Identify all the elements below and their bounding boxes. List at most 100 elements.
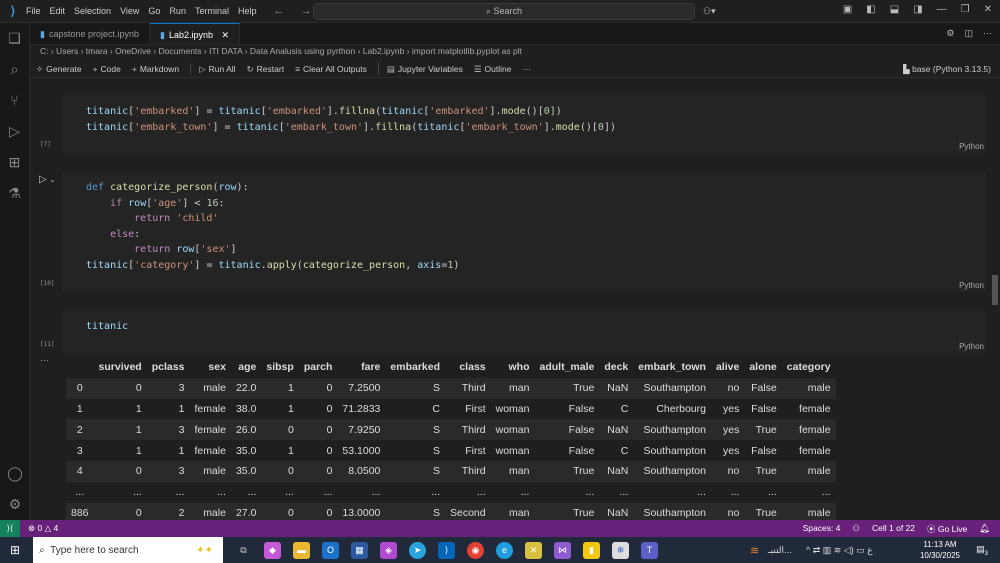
- restore-icon[interactable]: ❐: [961, 4, 970, 15]
- table-cell: 8.0500: [337, 461, 385, 482]
- command-search-box[interactable]: ⌕ Search: [313, 3, 695, 20]
- toggle-secondary-sidebar-icon[interactable]: ◨: [913, 4, 922, 15]
- explorer-icon[interactable]: ❏: [0, 23, 29, 54]
- table-row: ........................................…: [66, 482, 836, 503]
- code-token: if: [86, 198, 128, 209]
- news-widget-text[interactable]: التنبـ...: [768, 545, 792, 556]
- problems-indicator[interactable]: ⊗ 0 △ 4: [28, 523, 58, 534]
- run-debug-icon[interactable]: ▷: [0, 116, 29, 147]
- outlook-icon[interactable]: O: [322, 542, 339, 559]
- code-cell[interactable]: def categorize_person(row): if row['age'…: [62, 172, 986, 292]
- windows-start-icon[interactable]: ⊞: [10, 543, 20, 557]
- menu-go[interactable]: Go: [148, 6, 160, 16]
- split-editor-icon[interactable]: ◫: [964, 28, 973, 39]
- more-button[interactable]: ···: [522, 64, 531, 74]
- code-cell[interactable]: titanic['embarked'] = titanic['embarked'…: [62, 95, 986, 153]
- close-tab-icon[interactable]: ✕: [222, 30, 230, 40]
- edge-icon[interactable]: e: [496, 542, 513, 559]
- remote-icon[interactable]: ⟩⟨: [0, 520, 20, 537]
- table-cell: woman: [491, 399, 535, 420]
- tab-capstone-project[interactable]: ▮capstone project.ipynb: [30, 23, 150, 44]
- notification-center-icon[interactable]: ▤3: [976, 544, 988, 557]
- power-bi-icon[interactable]: ▮: [583, 542, 600, 559]
- cell-language[interactable]: Python: [959, 142, 984, 151]
- add-markdown-button[interactable]: +Markdown: [132, 64, 179, 74]
- spaces-indicator[interactable]: Spaces: 4: [803, 523, 841, 535]
- tab-label: Lab2.ipynb: [169, 30, 213, 40]
- toggle-panel-icon[interactable]: ⬓: [890, 4, 899, 15]
- clock[interactable]: 11:13 AM10/30/2025: [920, 539, 960, 561]
- generate-button[interactable]: ✧Generate: [36, 64, 82, 75]
- vscode-taskbar-icon[interactable]: ⟩: [438, 542, 455, 559]
- close-window-icon[interactable]: ✕: [984, 4, 992, 15]
- add-code-button[interactable]: +Code: [93, 64, 121, 74]
- menu-terminal[interactable]: Terminal: [195, 6, 229, 16]
- cell-code[interactable]: titanic['embarked'] = titanic['embarked'…: [62, 95, 986, 135]
- cell-language[interactable]: Python: [959, 281, 984, 290]
- run-all-button[interactable]: ▷Run All: [199, 64, 235, 75]
- breadcrumb[interactable]: C: › Users › tmara › OneDrive › Document…: [40, 46, 522, 56]
- file-explorer-icon[interactable]: ▬: [293, 542, 310, 559]
- scrollbar-thumb[interactable]: [992, 275, 998, 305]
- copilot-status-icon[interactable]: ⚇: [852, 523, 860, 535]
- column-header: deck: [599, 357, 633, 378]
- visual-studio-icon[interactable]: ⋈: [554, 542, 571, 559]
- code-cell[interactable]: titanic [11] Python: [62, 311, 986, 353]
- cell-code[interactable]: titanic: [62, 311, 986, 335]
- account-icon[interactable]: ◯: [0, 458, 30, 489]
- run-cell-icon[interactable]: ▷ ⌄: [39, 174, 55, 185]
- teams-icon[interactable]: T: [641, 542, 658, 559]
- taskbar-search[interactable]: ⌕ Type here to search✦✦: [33, 537, 223, 563]
- search-icon[interactable]: ⌕: [0, 54, 29, 85]
- toggle-sidebar-icon[interactable]: ◧: [866, 4, 875, 15]
- task-view-icon[interactable]: ⧉: [235, 542, 252, 559]
- tab-lab2[interactable]: ▮Lab2.ipynb ✕: [150, 23, 240, 44]
- testing-icon[interactable]: ⚗: [0, 178, 29, 209]
- cell-language[interactable]: Python: [959, 342, 984, 351]
- table-cell: 7.9250: [337, 419, 385, 440]
- table-cell: 1: [147, 399, 190, 420]
- snipping-tool-icon[interactable]: ❄: [612, 542, 629, 559]
- table-cell: ...: [744, 482, 781, 503]
- app-icon[interactable]: ✕: [525, 542, 542, 559]
- extensions-icon[interactable]: ⊞: [0, 147, 29, 178]
- chrome-icon[interactable]: ◉: [467, 542, 484, 559]
- clear-outputs-button[interactable]: ≡Clear All Outputs: [295, 64, 367, 74]
- restart-button[interactable]: ↻Restart: [247, 64, 285, 75]
- menu-run[interactable]: Run: [169, 6, 186, 16]
- settings-gear-icon[interactable]: ⚙: [0, 489, 30, 520]
- notifications-bell-icon[interactable]: 🔔︎: [979, 523, 990, 535]
- table-cell: ...: [633, 482, 711, 503]
- table-cell: C: [599, 440, 633, 461]
- system-tray-icons[interactable]: ^ ⇄ ▥ ≋ ◁) ▭ ع: [806, 545, 873, 556]
- table-cell: man: [491, 503, 535, 520]
- cell-indicator[interactable]: Cell 1 of 22: [872, 523, 915, 535]
- menu-help[interactable]: Help: [238, 6, 257, 16]
- copilot-icon[interactable]: ⚇▾: [703, 6, 716, 17]
- jupyter-variables-button[interactable]: ▤Jupyter Variables: [387, 64, 463, 75]
- forward-arrow-icon[interactable]: →: [300, 5, 311, 17]
- outline-button[interactable]: ☰Outline: [474, 64, 512, 75]
- copilot-icon[interactable]: ◈: [380, 542, 397, 559]
- menu-selection[interactable]: Selection: [74, 6, 111, 16]
- code-line: titanic['embark_town'] = titanic['embark…: [86, 120, 986, 136]
- minimize-icon[interactable]: —: [937, 4, 947, 15]
- cell-code[interactable]: def categorize_person(row): if row['age'…: [62, 172, 986, 273]
- code-token: row: [128, 198, 146, 209]
- telegram-icon[interactable]: ➤: [409, 542, 426, 559]
- menu-view[interactable]: View: [120, 6, 139, 16]
- scrollbar[interactable]: [988, 79, 1000, 520]
- source-control-icon[interactable]: ⑂: [0, 85, 29, 116]
- menu-file[interactable]: File: [26, 6, 41, 16]
- menu-edit[interactable]: Edit: [50, 6, 66, 16]
- layout-icon[interactable]: ▣: [843, 4, 852, 15]
- settings-icon[interactable]: ⚙: [946, 28, 954, 39]
- copilot-app-icon[interactable]: ◆: [264, 542, 281, 559]
- more-actions-icon[interactable]: ···: [983, 28, 992, 39]
- output-menu-icon[interactable]: ···: [40, 355, 49, 365]
- weather-icon[interactable]: ≋: [750, 544, 759, 557]
- kernel-picker[interactable]: ▙ base (Python 3.13.5): [903, 64, 991, 75]
- go-live-button[interactable]: ⦿ Go Live: [927, 523, 967, 535]
- back-arrow-icon[interactable]: ←: [273, 5, 284, 17]
- store-icon[interactable]: ▦: [351, 542, 368, 559]
